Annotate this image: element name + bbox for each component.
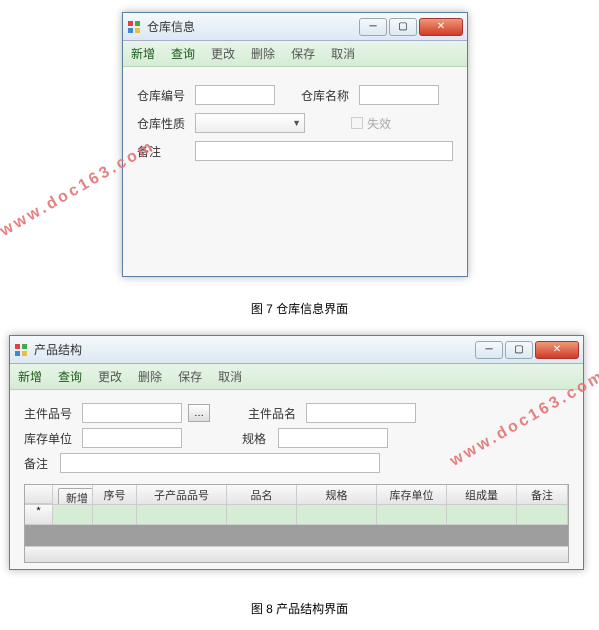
cell[interactable]: [137, 505, 227, 525]
label-main-name: 主件品名: [248, 405, 300, 422]
close-button[interactable]: ✕: [535, 341, 579, 359]
col-unit[interactable]: 库存单位: [377, 485, 447, 504]
menu-edit[interactable]: 更改: [211, 45, 235, 62]
menu-delete[interactable]: 删除: [138, 368, 162, 385]
label-remark: 备注: [137, 143, 189, 160]
lookup-button[interactable]: …: [188, 404, 210, 422]
menu-save[interactable]: 保存: [291, 45, 315, 62]
cell[interactable]: [517, 505, 568, 525]
label-main-code: 主件品号: [24, 405, 76, 422]
app-icon: [14, 343, 28, 357]
titlebar: 产品结构 ─ ▢ ✕: [10, 336, 583, 364]
window-title: 仓库信息: [147, 18, 357, 35]
label-remark: 备注: [24, 455, 54, 472]
window-controls: ─ ▢ ✕: [473, 341, 579, 359]
input-warehouse-name[interactable]: [359, 85, 439, 105]
maximize-button[interactable]: ▢: [389, 18, 417, 36]
cell[interactable]: [297, 505, 377, 525]
input-main-name[interactable]: [306, 403, 416, 423]
minimize-button[interactable]: ─: [475, 341, 503, 359]
menu-query[interactable]: 查询: [171, 45, 195, 62]
figure-caption-2: 图 8 产品结构界面: [0, 600, 599, 617]
grid-corner: [25, 485, 53, 504]
chevron-down-icon: ▼: [292, 118, 301, 128]
col-sub-code[interactable]: 子产品品号: [137, 485, 227, 504]
figure-caption-1: 图 7 仓库信息界面: [0, 300, 599, 317]
client-area: 主件品号 … 主件品名 库存单位 规格 备注: [10, 390, 583, 569]
cell[interactable]: [93, 505, 137, 525]
row-selector[interactable]: *: [25, 505, 53, 525]
grid-add-button[interactable]: 新增: [58, 488, 93, 504]
app-icon: [127, 20, 141, 34]
input-spec[interactable]: [278, 428, 388, 448]
checkbox-box-icon: [351, 117, 363, 129]
input-remark[interactable]: [195, 141, 453, 161]
label-warehouse-type: 仓库性质: [137, 115, 189, 132]
cell[interactable]: [53, 505, 93, 525]
grid-scrollbar[interactable]: [25, 546, 568, 562]
toolbar: 新增 查询 更改 删除 保存 取消: [123, 41, 467, 67]
label-warehouse-code: 仓库编号: [137, 87, 189, 104]
label-warehouse-name: 仓库名称: [301, 87, 353, 104]
window-title: 产品结构: [34, 341, 473, 358]
combo-warehouse-type[interactable]: ▼: [195, 113, 305, 133]
cell[interactable]: [377, 505, 447, 525]
menu-edit[interactable]: 更改: [98, 368, 122, 385]
titlebar: 仓库信息 ─ ▢ ✕: [123, 13, 467, 41]
window-warehouse-info: 仓库信息 ─ ▢ ✕ 新增 查询 更改 删除 保存 取消 仓库编号 仓库名称 仓…: [122, 12, 468, 277]
menu-cancel[interactable]: 取消: [218, 368, 242, 385]
label-stock-unit: 库存单位: [24, 430, 76, 447]
checkbox-invalid[interactable]: 失效: [351, 115, 391, 132]
label-spec: 规格: [242, 430, 272, 447]
toolbar: 新增 查询 更改 删除 保存 取消: [10, 364, 583, 390]
window-product-structure: 产品结构 ─ ▢ ✕ 新增 查询 更改 删除 保存 取消 主件品号 … 主件品名…: [9, 335, 584, 570]
col-name[interactable]: 品名: [227, 485, 297, 504]
col-spec[interactable]: 规格: [297, 485, 377, 504]
input-stock-unit[interactable]: [82, 428, 182, 448]
menu-add[interactable]: 新增: [131, 45, 155, 62]
grid-header: 新增 序号 子产品品号 品名 规格 库存单位 组成量 备注: [25, 485, 568, 505]
cell[interactable]: [227, 505, 297, 525]
minimize-button[interactable]: ─: [359, 18, 387, 36]
maximize-button[interactable]: ▢: [505, 341, 533, 359]
col-seq[interactable]: 序号: [93, 485, 137, 504]
input-remark[interactable]: [60, 453, 380, 473]
cell[interactable]: [447, 505, 517, 525]
label-invalid: 失效: [367, 115, 391, 132]
menu-save[interactable]: 保存: [178, 368, 202, 385]
client-area: 仓库编号 仓库名称 仓库性质 ▼ 失效 备注: [123, 67, 467, 276]
grid: 新增 序号 子产品品号 品名 规格 库存单位 组成量 备注 *: [24, 484, 569, 563]
window-controls: ─ ▢ ✕: [357, 18, 463, 36]
col-qty[interactable]: 组成量: [447, 485, 517, 504]
menu-query[interactable]: 查询: [58, 368, 82, 385]
menu-add[interactable]: 新增: [18, 368, 42, 385]
menu-delete[interactable]: 删除: [251, 45, 275, 62]
table-row[interactable]: *: [25, 505, 568, 525]
menu-cancel[interactable]: 取消: [331, 45, 355, 62]
input-main-code[interactable]: [82, 403, 182, 423]
input-warehouse-code[interactable]: [195, 85, 275, 105]
close-button[interactable]: ✕: [419, 18, 463, 36]
col-remark[interactable]: 备注: [517, 485, 568, 504]
